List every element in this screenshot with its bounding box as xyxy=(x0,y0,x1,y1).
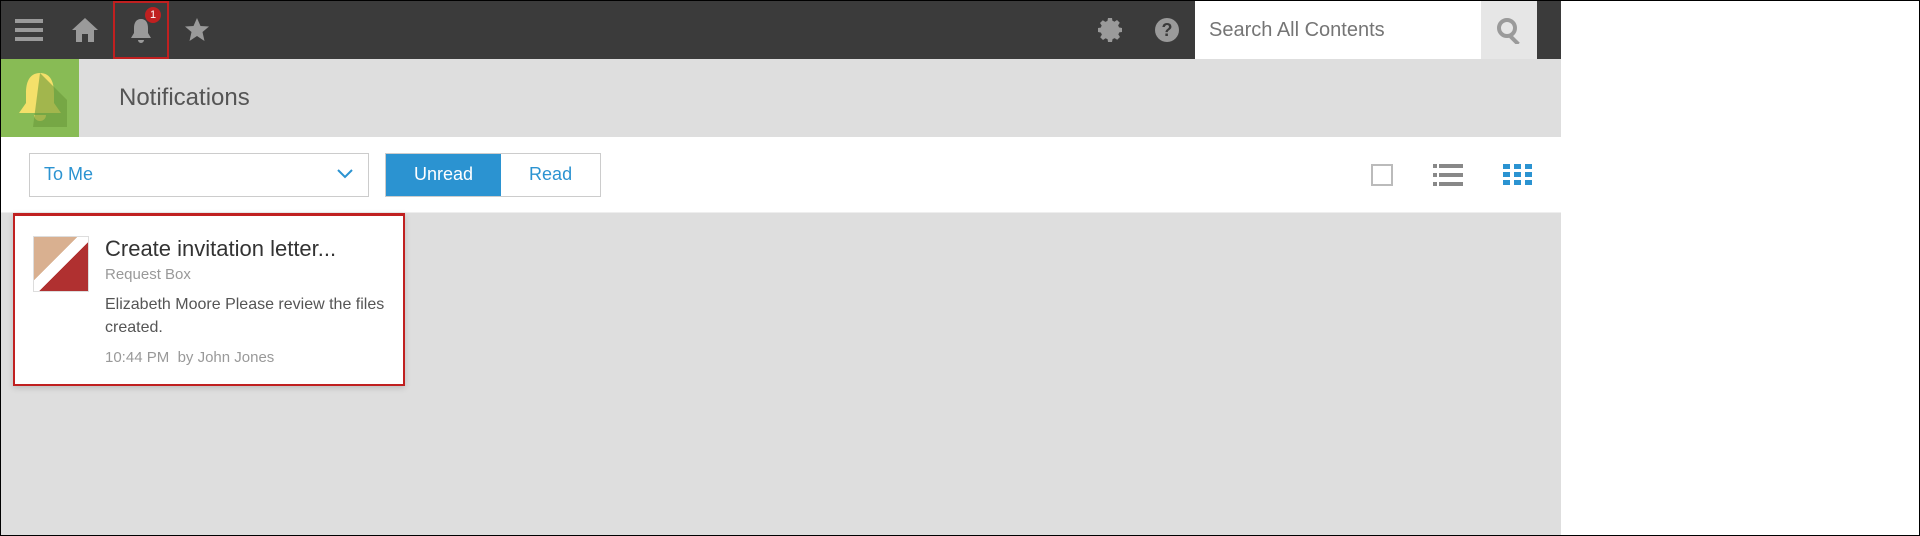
search-icon xyxy=(1495,16,1523,44)
menu-button[interactable] xyxy=(1,1,57,59)
filter-dropdown[interactable]: To Me xyxy=(29,153,369,197)
favorites-button[interactable] xyxy=(169,1,225,59)
select-all-checkbox[interactable] xyxy=(1371,164,1393,186)
tab-read[interactable]: Read xyxy=(501,154,600,196)
settings-button[interactable] xyxy=(1083,1,1139,59)
card-message: Elizabeth Moore Please review the files … xyxy=(105,293,385,339)
page-header: Notifications xyxy=(1,59,1561,137)
search-wrap xyxy=(1195,1,1537,59)
home-button[interactable] xyxy=(57,1,113,59)
avatar xyxy=(33,236,89,292)
gear-icon xyxy=(1097,16,1125,44)
search-button[interactable] xyxy=(1481,1,1537,59)
card-meta: 10:44 PM by John Jones xyxy=(105,349,385,366)
card-subtitle: Request Box xyxy=(105,266,385,283)
notification-card[interactable]: Create invitation letter... Request Box … xyxy=(13,213,405,386)
notification-badge: 1 xyxy=(145,7,161,23)
view-grid-button[interactable] xyxy=(1503,164,1533,186)
card-title: Create invitation letter... xyxy=(105,236,385,262)
svg-text:?: ? xyxy=(1162,20,1173,40)
help-icon: ? xyxy=(1153,16,1181,44)
list-view-icon xyxy=(1433,164,1463,186)
help-button[interactable]: ? xyxy=(1139,1,1195,59)
content-area: Create invitation letter... Request Box … xyxy=(1,213,1561,535)
topbar-spacer xyxy=(1537,1,1561,59)
card-time: 10:44 PM xyxy=(105,349,169,366)
top-navbar: 1 ? xyxy=(1,1,1561,59)
card-author: John Jones xyxy=(198,349,275,366)
view-list-button[interactable] xyxy=(1433,164,1463,186)
notifications-button[interactable]: 1 xyxy=(113,1,169,59)
hamburger-icon xyxy=(15,19,43,41)
tab-unread[interactable]: Unread xyxy=(386,154,501,196)
home-icon xyxy=(70,16,100,44)
search-input[interactable] xyxy=(1195,1,1481,59)
filter-dropdown-label: To Me xyxy=(44,164,93,185)
page-title: Notifications xyxy=(119,84,250,112)
bell-large-icon xyxy=(13,69,67,127)
star-icon xyxy=(183,16,211,44)
page-header-icon-box xyxy=(1,59,79,137)
read-filter-segment: Unread Read xyxy=(385,153,601,197)
chevron-down-icon xyxy=(336,164,354,185)
filter-bar: To Me Unread Read xyxy=(1,137,1561,213)
card-by-prefix: by xyxy=(178,349,194,366)
grid-view-icon xyxy=(1503,164,1533,186)
